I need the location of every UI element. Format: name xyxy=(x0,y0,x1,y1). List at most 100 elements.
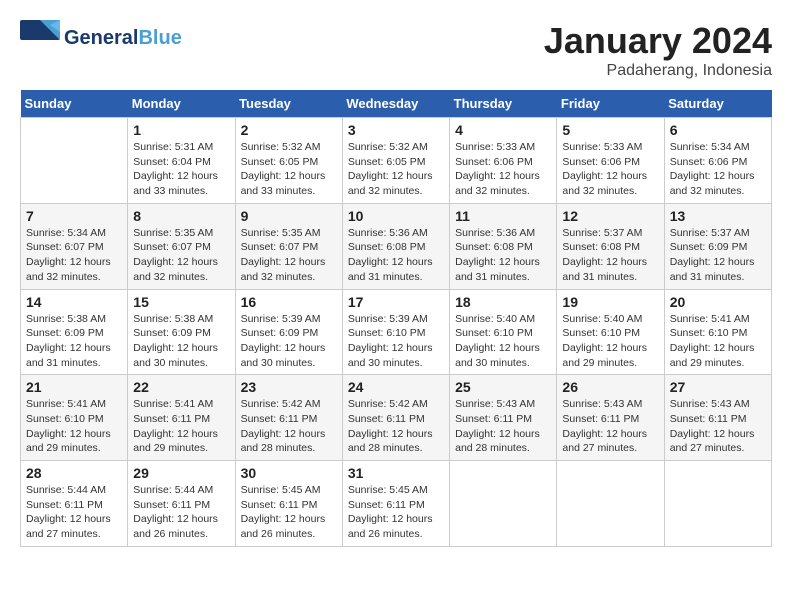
week-row-0: 1Sunrise: 5:31 AM Sunset: 6:04 PM Daylig… xyxy=(21,118,772,204)
weekday-monday: Monday xyxy=(128,90,235,118)
cell-content: Sunrise: 5:42 AM Sunset: 6:11 PM Dayligh… xyxy=(241,397,337,456)
weekday-sunday: Sunday xyxy=(21,90,128,118)
cell-content: Sunrise: 5:44 AM Sunset: 6:11 PM Dayligh… xyxy=(133,483,229,542)
cell-content: Sunrise: 5:43 AM Sunset: 6:11 PM Dayligh… xyxy=(562,397,658,456)
day-number: 28 xyxy=(26,465,122,481)
calendar-cell: 7Sunrise: 5:34 AM Sunset: 6:07 PM Daylig… xyxy=(21,203,128,289)
calendar-cell: 31Sunrise: 5:45 AM Sunset: 6:11 PM Dayli… xyxy=(342,461,449,547)
day-number: 22 xyxy=(133,379,229,395)
logo-general: General xyxy=(64,27,138,49)
cell-content: Sunrise: 5:41 AM Sunset: 6:10 PM Dayligh… xyxy=(26,397,122,456)
day-number: 2 xyxy=(241,122,337,138)
cell-content: Sunrise: 5:44 AM Sunset: 6:11 PM Dayligh… xyxy=(26,483,122,542)
cell-content: Sunrise: 5:43 AM Sunset: 6:11 PM Dayligh… xyxy=(455,397,551,456)
day-number: 11 xyxy=(455,208,551,224)
cell-content: Sunrise: 5:38 AM Sunset: 6:09 PM Dayligh… xyxy=(133,312,229,371)
logo: GeneralBlue xyxy=(20,20,182,55)
cell-content: Sunrise: 5:38 AM Sunset: 6:09 PM Dayligh… xyxy=(26,312,122,371)
calendar-cell: 30Sunrise: 5:45 AM Sunset: 6:11 PM Dayli… xyxy=(235,461,342,547)
calendar-cell: 3 Sunrise: 5:32 AM Sunset: 6:05 PM Daylig… xyxy=(342,118,449,204)
month-title: January 2024 xyxy=(544,20,772,62)
calendar-cell: 29 Sunrise: 5:44 AM Sunset: 6:11 PM Dayli… xyxy=(128,461,235,547)
day-number: 16 xyxy=(241,294,337,310)
calendar-cell: 27 Sunrise: 5:43 AM Sunset: 6:11 PM Dayli… xyxy=(664,375,771,461)
calendar-cell: 22 Sunrise: 5:41 AM Sunset: 6:11 PM Dayli… xyxy=(128,375,235,461)
day-number: 23 xyxy=(241,379,337,395)
calendar-cell: 2 Sunrise: 5:32 AM Sunset: 6:05 PM Daylig… xyxy=(235,118,342,204)
location-title: Padaherang, Indonesia xyxy=(544,62,772,80)
calendar-cell: 9 Sunrise: 5:35 AM Sunset: 6:07 PM Daylig… xyxy=(235,203,342,289)
calendar-cell: 5 Sunrise: 5:33 AM Sunset: 6:06 PM Daylig… xyxy=(557,118,664,204)
calendar-cell xyxy=(664,461,771,547)
cell-content: Sunrise: 5:33 AM Sunset: 6:06 PM Dayligh… xyxy=(562,140,658,199)
cell-content: Sunrise: 5:32 AM Sunset: 6:05 PM Dayligh… xyxy=(241,140,337,199)
calendar-cell: 14 Sunrise: 5:38 AM Sunset: 6:09 PM Dayli… xyxy=(21,289,128,375)
day-number: 24 xyxy=(348,379,444,395)
calendar-cell: 12Sunrise: 5:37 AM Sunset: 6:08 PM Dayli… xyxy=(557,203,664,289)
calendar-table: SundayMondayTuesdayWednesdayThursdayFrid… xyxy=(20,90,772,547)
cell-content: Sunrise: 5:40 AM Sunset: 6:10 PM Dayligh… xyxy=(455,312,551,371)
day-number: 1 xyxy=(133,122,229,138)
calendar-cell: 11Sunrise: 5:36 AM Sunset: 6:08 PM Dayli… xyxy=(450,203,557,289)
weekday-saturday: Saturday xyxy=(664,90,771,118)
calendar-cell: 13Sunrise: 5:37 AM Sunset: 6:09 PM Dayli… xyxy=(664,203,771,289)
day-number: 4 xyxy=(455,122,551,138)
cell-content: Sunrise: 5:35 AM Sunset: 6:07 PM Dayligh… xyxy=(133,226,229,285)
logo-blue: Blue xyxy=(138,27,181,49)
calendar-cell: 28 Sunrise: 5:44 AM Sunset: 6:11 PM Dayli… xyxy=(21,461,128,547)
calendar-cell xyxy=(21,118,128,204)
day-number: 31 xyxy=(348,465,444,481)
day-number: 29 xyxy=(133,465,229,481)
calendar-cell: 26 Sunrise: 5:43 AM Sunset: 6:11 PM Dayli… xyxy=(557,375,664,461)
cell-content: Sunrise: 5:32 AM Sunset: 6:05 PM Dayligh… xyxy=(348,140,444,199)
logo-icon xyxy=(20,20,60,50)
cell-content: Sunrise: 5:36 AM Sunset: 6:08 PM Dayligh… xyxy=(348,226,444,285)
calendar-cell: 8Sunrise: 5:35 AM Sunset: 6:07 PM Daylig… xyxy=(128,203,235,289)
weekday-tuesday: Tuesday xyxy=(235,90,342,118)
calendar-cell: 1Sunrise: 5:31 AM Sunset: 6:04 PM Daylig… xyxy=(128,118,235,204)
cell-content: Sunrise: 5:40 AM Sunset: 6:10 PM Dayligh… xyxy=(562,312,658,371)
cell-content: Sunrise: 5:34 AM Sunset: 6:07 PM Dayligh… xyxy=(26,226,122,285)
cell-content: Sunrise: 5:35 AM Sunset: 6:07 PM Dayligh… xyxy=(241,226,337,285)
cell-content: Sunrise: 5:39 AM Sunset: 6:10 PM Dayligh… xyxy=(348,312,444,371)
calendar-cell: 6Sunrise: 5:34 AM Sunset: 6:06 PM Daylig… xyxy=(664,118,771,204)
cell-content: Sunrise: 5:34 AM Sunset: 6:06 PM Dayligh… xyxy=(670,140,766,199)
weekday-wednesday: Wednesday xyxy=(342,90,449,118)
week-row-4: 28 Sunrise: 5:44 AM Sunset: 6:11 PM Dayli… xyxy=(21,461,772,547)
day-number: 10 xyxy=(348,208,444,224)
day-number: 26 xyxy=(562,379,658,395)
day-number: 12 xyxy=(562,208,658,224)
day-number: 5 xyxy=(562,122,658,138)
calendar-cell xyxy=(450,461,557,547)
cell-content: Sunrise: 5:33 AM Sunset: 6:06 PM Dayligh… xyxy=(455,140,551,199)
day-number: 25 xyxy=(455,379,551,395)
calendar-cell: 20Sunrise: 5:41 AM Sunset: 6:10 PM Dayli… xyxy=(664,289,771,375)
calendar-cell: 16Sunrise: 5:39 AM Sunset: 6:09 PM Dayli… xyxy=(235,289,342,375)
day-number: 14 xyxy=(26,294,122,310)
weekday-thursday: Thursday xyxy=(450,90,557,118)
week-row-2: 14 Sunrise: 5:38 AM Sunset: 6:09 PM Dayli… xyxy=(21,289,772,375)
day-number: 19 xyxy=(562,294,658,310)
header: GeneralBlue January 2024 Padaherang, Ind… xyxy=(20,20,772,80)
weekday-friday: Friday xyxy=(557,90,664,118)
calendar-body: 1Sunrise: 5:31 AM Sunset: 6:04 PM Daylig… xyxy=(21,118,772,547)
calendar-cell: 25 Sunrise: 5:43 AM Sunset: 6:11 PM Dayli… xyxy=(450,375,557,461)
cell-content: Sunrise: 5:45 AM Sunset: 6:11 PM Dayligh… xyxy=(241,483,337,542)
calendar-cell: 4 Sunrise: 5:33 AM Sunset: 6:06 PM Daylig… xyxy=(450,118,557,204)
calendar-cell: 18 Sunrise: 5:40 AM Sunset: 6:10 PM Dayli… xyxy=(450,289,557,375)
day-number: 3 xyxy=(348,122,444,138)
calendar-cell xyxy=(557,461,664,547)
cell-content: Sunrise: 5:42 AM Sunset: 6:11 PM Dayligh… xyxy=(348,397,444,456)
day-number: 9 xyxy=(241,208,337,224)
cell-content: Sunrise: 5:41 AM Sunset: 6:11 PM Dayligh… xyxy=(133,397,229,456)
day-number: 21 xyxy=(26,379,122,395)
day-number: 13 xyxy=(670,208,766,224)
calendar-cell: 15Sunrise: 5:38 AM Sunset: 6:09 PM Dayli… xyxy=(128,289,235,375)
calendar-cell: 21 Sunrise: 5:41 AM Sunset: 6:10 PM Dayli… xyxy=(21,375,128,461)
cell-content: Sunrise: 5:43 AM Sunset: 6:11 PM Dayligh… xyxy=(670,397,766,456)
weekday-header-row: SundayMondayTuesdayWednesdayThursdayFrid… xyxy=(21,90,772,118)
day-number: 18 xyxy=(455,294,551,310)
day-number: 27 xyxy=(670,379,766,395)
week-row-3: 21 Sunrise: 5:41 AM Sunset: 6:10 PM Dayli… xyxy=(21,375,772,461)
calendar-cell: 24 Sunrise: 5:42 AM Sunset: 6:11 PM Dayli… xyxy=(342,375,449,461)
